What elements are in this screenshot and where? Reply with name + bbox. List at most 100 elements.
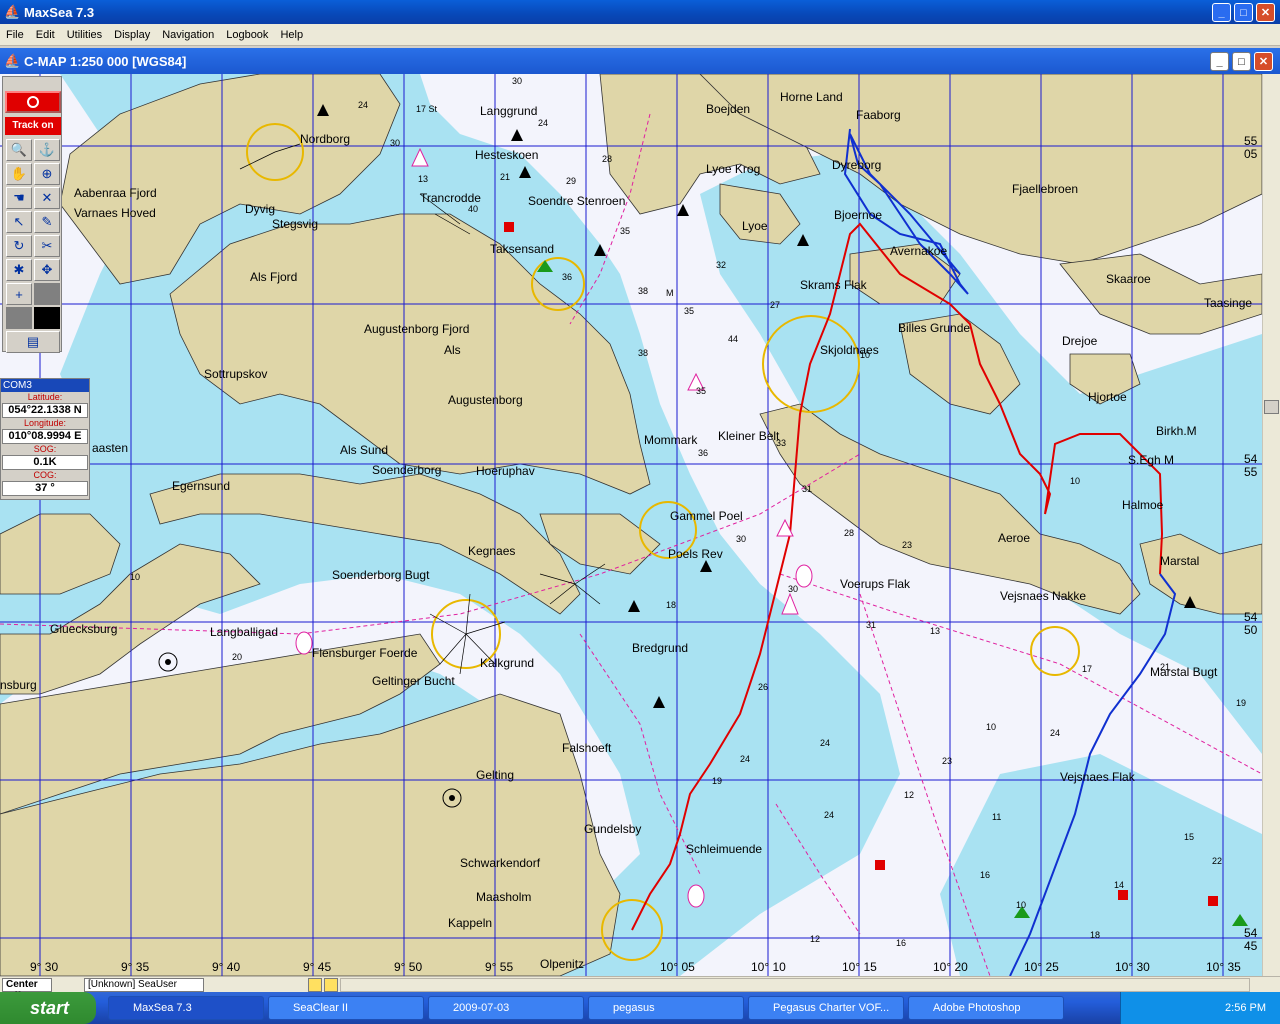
display-toggle-icon[interactable]: ▤ bbox=[6, 331, 60, 353]
task-photoshop[interactable]: Adobe Photoshop bbox=[908, 996, 1064, 1020]
chart-window-title: C-MAP 1:250 000 [WGS84] bbox=[24, 53, 187, 69]
pencil-icon[interactable]: ✎ bbox=[34, 211, 60, 233]
place-name: Gammel Poel bbox=[670, 509, 743, 523]
lon-label: 10° 20 bbox=[933, 960, 968, 974]
chart-minimize-button[interactable]: _ bbox=[1210, 52, 1229, 71]
task-seaclear[interactable]: SeaClear II bbox=[268, 996, 424, 1020]
depth-sounding: 31 bbox=[866, 620, 877, 630]
rotate-icon[interactable]: ↻ bbox=[6, 235, 32, 257]
pointer-icon[interactable]: ↖ bbox=[6, 211, 32, 233]
depth-sounding: 12 bbox=[904, 790, 915, 800]
menu-file[interactable]: File bbox=[0, 29, 30, 41]
place-name: Gelting bbox=[476, 768, 515, 782]
depth-sounding: 17 bbox=[1082, 664, 1093, 674]
longitude-value: 010°08.9994 E bbox=[2, 429, 88, 444]
track-on-button[interactable]: Track on bbox=[5, 117, 61, 135]
place-name: Avernakoe bbox=[890, 244, 948, 258]
depth-sounding: 29 bbox=[566, 176, 577, 186]
zoom-icon[interactable]: 🔍 bbox=[6, 139, 32, 161]
mark-icon[interactable]: ✱ bbox=[6, 259, 32, 281]
maximize-button[interactable]: □ bbox=[1234, 3, 1253, 22]
place-name: Billes Grunde bbox=[898, 321, 971, 335]
lon-label: 10° 30 bbox=[1115, 960, 1150, 974]
menu-logbook[interactable]: Logbook bbox=[220, 29, 274, 41]
task-maxsea[interactable]: MaxSea 7.3 bbox=[108, 996, 264, 1020]
grab-icon[interactable]: ☚ bbox=[6, 187, 32, 209]
depth-sounding: 12 bbox=[810, 934, 821, 944]
taskbar: start MaxSea 7.3 SeaClear II 2009-07-03 … bbox=[0, 992, 1280, 1024]
depth-sounding: M bbox=[666, 288, 674, 298]
task-browser[interactable]: Pegasus Charter VOF... bbox=[748, 996, 904, 1020]
menu-navigation[interactable]: Navigation bbox=[156, 29, 220, 41]
task-folder-2009[interactable]: 2009-07-03 bbox=[428, 996, 584, 1020]
nautical-chart[interactable]: Horne Land Faaborg Boejden Langgrund Nor… bbox=[0, 74, 1262, 976]
lon-label: 9° 30 bbox=[30, 960, 59, 974]
move-icon[interactable]: ✥ bbox=[34, 259, 60, 281]
layer-icon[interactable] bbox=[308, 978, 322, 992]
depth-sounding: 24 bbox=[538, 118, 549, 128]
menu-edit[interactable]: Edit bbox=[30, 29, 61, 41]
depth-sounding: 24 bbox=[740, 754, 751, 764]
place-name: Nordborg bbox=[300, 132, 351, 146]
crosshair-icon[interactable]: + bbox=[6, 283, 32, 305]
target-icon[interactable]: ⊕ bbox=[34, 163, 60, 185]
layer-icon[interactable] bbox=[324, 978, 338, 992]
depth-sounding: 10 bbox=[1016, 900, 1027, 910]
depth-sounding: 24 bbox=[1050, 728, 1061, 738]
place-name: Vejsnaes Flak bbox=[1060, 770, 1135, 784]
menu-utilities[interactable]: Utilities bbox=[61, 29, 108, 41]
place-name: Kegnaes bbox=[468, 544, 516, 558]
depth-sounding: 23 bbox=[942, 756, 953, 766]
depth-sounding: 35 bbox=[696, 386, 707, 396]
chart-maximize-button[interactable]: □ bbox=[1232, 52, 1251, 71]
place-name: Varnaes Hoved bbox=[74, 206, 156, 220]
task-folder-pegasus[interactable]: pegasus bbox=[588, 996, 744, 1020]
lon-label: 9° 40 bbox=[212, 960, 241, 974]
lon-label: 10° 35 bbox=[1206, 960, 1241, 974]
app-titlebar: ⛵ MaxSea 7.3 _ □ ✕ bbox=[0, 0, 1280, 24]
chart-canvas bbox=[0, 74, 1262, 976]
color-swatch-grey[interactable] bbox=[34, 283, 60, 305]
place-name: Taksensand bbox=[490, 242, 555, 256]
compass-icon[interactable]: ⚓ bbox=[34, 139, 60, 161]
place-name: Kappeln bbox=[448, 916, 493, 930]
depth-sounding: 24 bbox=[820, 738, 831, 748]
pan-hand-icon[interactable]: ✋ bbox=[6, 163, 32, 185]
place-name: Soenderborg Bugt bbox=[332, 568, 430, 582]
scroll-thumb[interactable] bbox=[1264, 400, 1279, 414]
minimize-button[interactable]: _ bbox=[1212, 3, 1231, 22]
clock: 2:56 PM bbox=[1225, 1002, 1266, 1014]
menu-bar: File Edit Utilities Display Navigation L… bbox=[0, 24, 1280, 46]
place-name: Boejden bbox=[706, 102, 751, 116]
place-name: Aeroe bbox=[998, 531, 1031, 545]
place-name: Olpenitz bbox=[540, 957, 585, 971]
scissors-icon[interactable]: ✂ bbox=[34, 235, 60, 257]
lon-label: 10° 15 bbox=[842, 960, 877, 974]
place-name: Soenderborg bbox=[372, 463, 442, 477]
lat-label: 05 bbox=[1244, 147, 1258, 161]
task-label: MaxSea 7.3 bbox=[133, 1002, 192, 1014]
place-name: Gundelsby bbox=[584, 822, 642, 836]
record-button[interactable] bbox=[5, 91, 61, 113]
menu-help[interactable]: Help bbox=[274, 29, 309, 41]
depth-contour-label: 10 bbox=[1070, 476, 1081, 486]
chart-close-button[interactable]: ✕ bbox=[1254, 52, 1273, 71]
depth-sounding: 38 bbox=[638, 286, 649, 296]
place-name: Halmoe bbox=[1122, 498, 1164, 512]
route-icon[interactable]: ✕ bbox=[34, 187, 60, 209]
depth-sounding: 30 bbox=[736, 534, 747, 544]
vertical-scrollbar[interactable] bbox=[1262, 74, 1280, 976]
horizontal-scrollbar[interactable] bbox=[340, 978, 1250, 992]
center-off-button[interactable]: Center Off bbox=[2, 978, 52, 1002]
color-swatch-black[interactable] bbox=[34, 307, 60, 329]
chart-window-icon: ⛵ bbox=[4, 53, 21, 68]
depth-sounding: 28 bbox=[844, 528, 855, 538]
place-name: Geltinger Bucht bbox=[372, 674, 455, 688]
user-status: [Unknown] SeaUser bbox=[84, 978, 204, 992]
place-name: Marstal bbox=[1160, 554, 1200, 568]
menu-display[interactable]: Display bbox=[108, 29, 156, 41]
depth-sounding: 31 bbox=[802, 484, 813, 494]
close-button[interactable]: ✕ bbox=[1256, 3, 1275, 22]
color-swatch-grey2[interactable] bbox=[6, 307, 32, 329]
start-button[interactable]: start bbox=[0, 992, 96, 1024]
